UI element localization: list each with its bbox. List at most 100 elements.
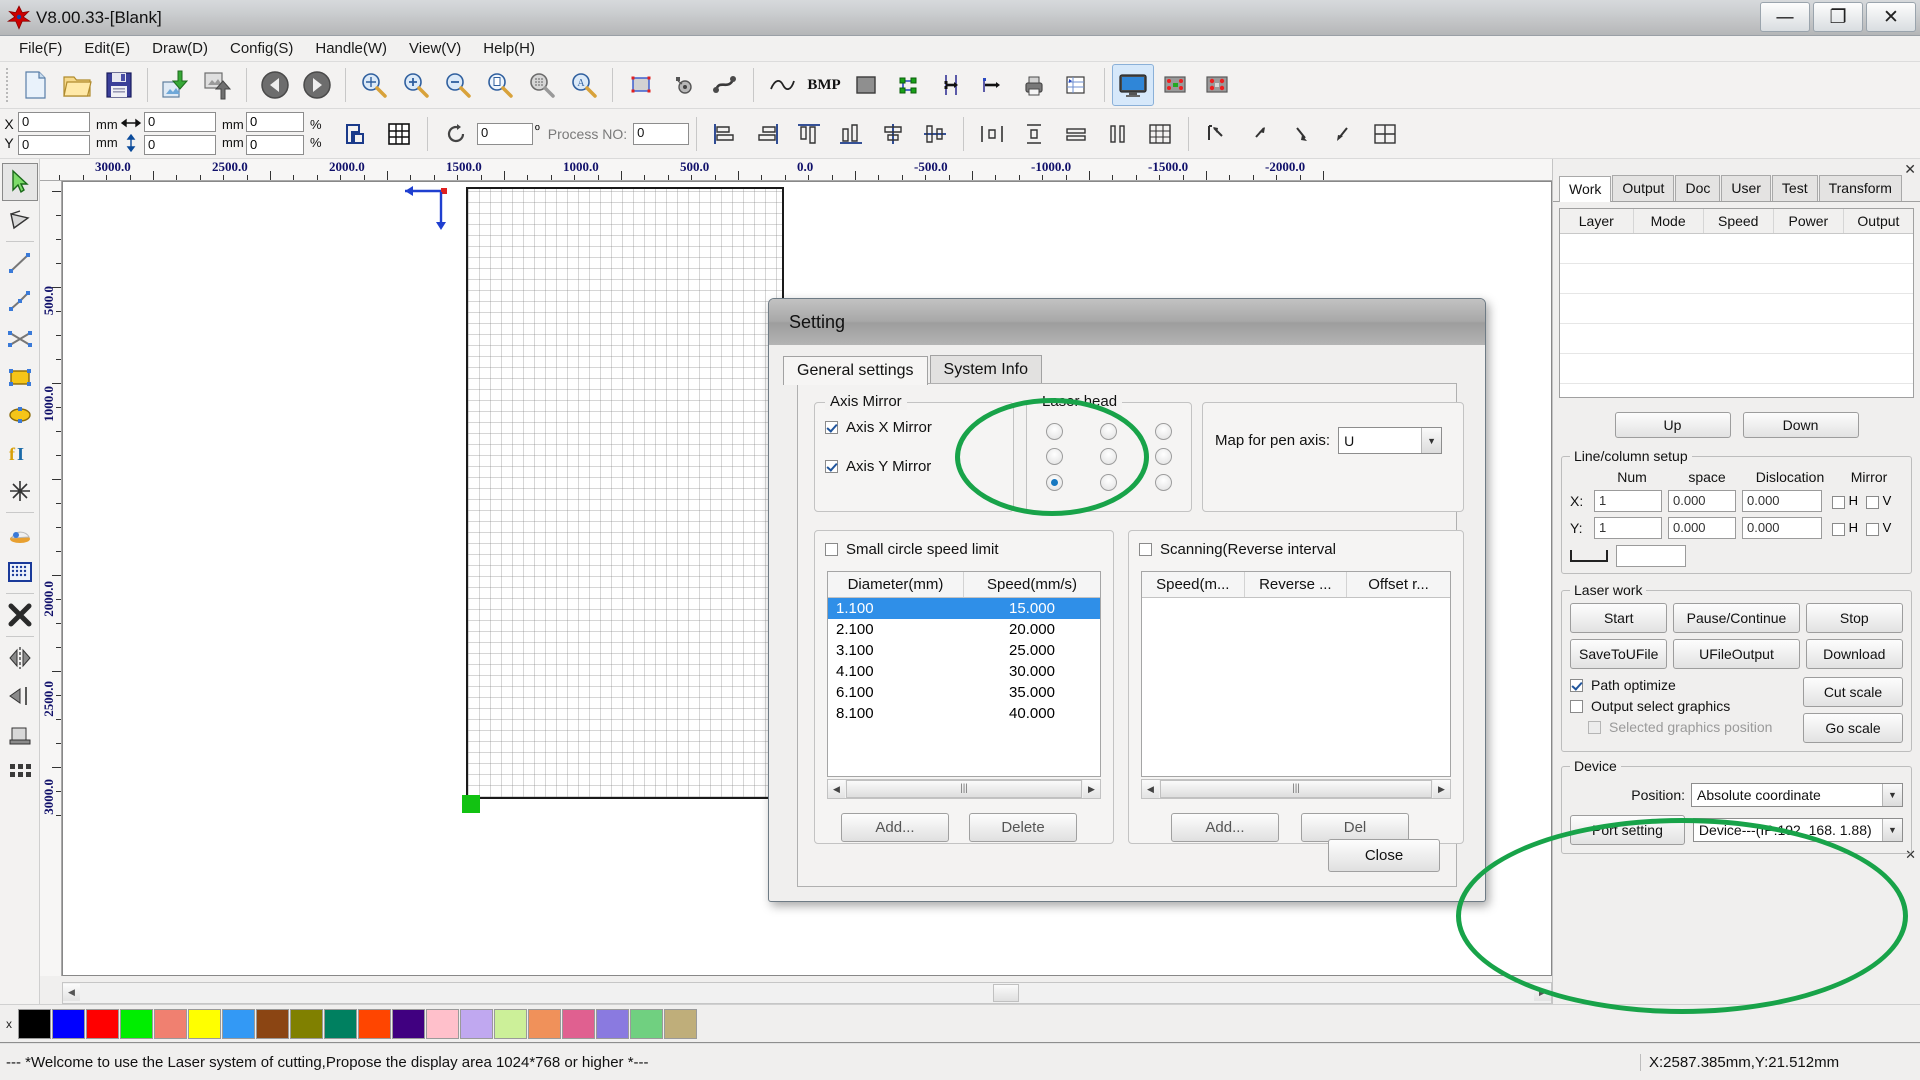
color-swatch[interactable]	[460, 1008, 493, 1039]
scroll-right-arrow[interactable]: ▶	[1433, 780, 1450, 798]
align-icon[interactable]	[2, 677, 38, 715]
color-swatch[interactable]	[562, 1008, 595, 1039]
map-pen-axis-select[interactable]: U ▼	[1338, 427, 1443, 454]
y-position-input[interactable]: 0	[18, 135, 90, 155]
origin-bottomleft-icon[interactable]	[1322, 113, 1364, 155]
table-row[interactable]	[1560, 264, 1913, 294]
align-right-icon[interactable]	[746, 113, 788, 155]
scanning-table[interactable]: Speed(m... Reverse ... Offset r...	[1141, 571, 1451, 777]
rectangle-icon[interactable]	[2, 358, 38, 396]
node-edit-icon[interactable]	[2, 201, 38, 239]
path-optimize-checkbox[interactable]: Path optimize	[1570, 677, 1803, 693]
color-swatch[interactable]	[358, 1008, 391, 1039]
pause-continue-button[interactable]: Pause/Continue	[1673, 603, 1800, 633]
tab-work[interactable]: Work	[1559, 176, 1612, 202]
close-button[interactable]: ✕	[1866, 2, 1916, 32]
scroll-thumb[interactable]: |||	[846, 780, 1082, 798]
save-to-ufile-button[interactable]: SaveToUFile	[1570, 639, 1668, 669]
chevron-down-icon[interactable]: ▼	[1882, 784, 1902, 806]
origin-topleft-icon[interactable]	[1196, 113, 1238, 155]
x-num-input[interactable]: 1	[1594, 490, 1662, 512]
table-row[interactable]	[1560, 354, 1913, 384]
move-down-button[interactable]: Down	[1742, 412, 1859, 438]
color-swatch[interactable]	[596, 1008, 629, 1039]
scroll-right-arrow[interactable]: ▶	[1534, 984, 1551, 1001]
cut-scale-button[interactable]: Cut scale	[1803, 677, 1903, 707]
rotate-icon[interactable]	[435, 113, 477, 155]
origin-center-icon[interactable]	[1364, 113, 1406, 155]
laser-head-radio-0[interactable]	[1045, 423, 1063, 441]
select-arrow-icon[interactable]	[1, 163, 38, 201]
same-width-icon[interactable]	[1055, 113, 1097, 155]
stop-button[interactable]: Stop	[1805, 603, 1903, 633]
table-row[interactable]: 6.100 35.000	[828, 682, 1100, 703]
table-row[interactable]	[1560, 234, 1913, 264]
dialog-tab-system-info[interactable]: System Info	[929, 355, 1042, 384]
color-swatch[interactable]	[52, 1008, 85, 1039]
table-row[interactable]: 3.100 25.000	[828, 640, 1100, 661]
align-top-icon[interactable]	[788, 113, 830, 155]
capture-icon[interactable]	[2, 515, 38, 553]
height-input[interactable]: 0	[144, 135, 216, 155]
position-select[interactable]: Absolute coordinate ▼	[1691, 783, 1903, 807]
color-swatch[interactable]	[256, 1008, 289, 1039]
color-swatch[interactable]	[222, 1008, 255, 1039]
dialog-tab-general-settings[interactable]: General settings	[783, 356, 928, 385]
redo-icon[interactable]	[296, 64, 338, 106]
layer-table[interactable]: Layer Mode Speed Power Output	[1559, 208, 1914, 398]
tab-output[interactable]: Output	[1612, 175, 1675, 201]
small-circle-speed-limit-checkbox[interactable]: Small circle speed limit	[825, 541, 1113, 558]
scanning-reverse-interval-checkbox[interactable]: Scanning(Reverse interval	[1139, 541, 1463, 558]
laser-head-radio-5[interactable]	[1155, 448, 1173, 466]
table-row[interactable]	[1560, 324, 1913, 354]
laser-head-radio-1[interactable]	[1100, 423, 1118, 441]
download-button[interactable]: Download	[1805, 639, 1903, 669]
canvas-horizontal-scrollbar[interactable]: ◀ ▶	[62, 982, 1552, 1004]
table-row[interactable]: 4.100 30.000	[828, 661, 1100, 682]
scroll-right-arrow[interactable]: ▶	[1083, 780, 1100, 798]
checkbox-box[interactable]	[825, 421, 838, 434]
x-space-input[interactable]: 0.000	[1668, 490, 1736, 512]
scale-x-input[interactable]: 0	[246, 112, 304, 132]
small-circle-hscrollbar[interactable]: ◀ ||| ▶	[827, 779, 1101, 799]
table-row[interactable]	[1560, 294, 1913, 324]
x-position-input[interactable]: 0	[18, 112, 90, 132]
color-swatch[interactable]	[154, 1008, 187, 1039]
scroll-left-arrow[interactable]: ◀	[828, 780, 845, 798]
scale-y-input[interactable]: 0	[246, 135, 304, 155]
toolbar-grip[interactable]	[3, 68, 11, 102]
chevron-down-icon[interactable]: ▼	[1882, 819, 1902, 841]
checkbox-box[interactable]	[1139, 543, 1152, 556]
process-no-input[interactable]: 0	[633, 122, 690, 145]
undo-icon[interactable]	[254, 64, 296, 106]
lock-ratio-icon[interactable]	[334, 113, 376, 155]
chevron-down-icon[interactable]: ▼	[1421, 428, 1442, 453]
path-icon[interactable]	[704, 64, 746, 106]
dialog-close-button[interactable]: Close	[1328, 839, 1440, 872]
panel-close-icon[interactable]: ✕	[1904, 161, 1916, 178]
zoom-pan-icon[interactable]	[353, 64, 395, 106]
dot-array-icon[interactable]	[2, 553, 38, 591]
laser-dot-icon[interactable]	[1196, 64, 1238, 106]
output-select-graphics-checkbox[interactable]: Output select graphics	[1570, 698, 1803, 714]
menu-item-help[interactable]: Help(H)	[472, 38, 546, 59]
mirror-icon[interactable]	[2, 639, 38, 677]
menu-item-config[interactable]: Config(S)	[219, 38, 304, 59]
color-swatch[interactable]	[392, 1008, 425, 1039]
x-mirror-v-checkbox[interactable]: V	[1866, 493, 1891, 509]
go-scale-button[interactable]: Go scale	[1803, 713, 1903, 743]
setting-dialog[interactable]: Setting General settings System Info Axi…	[768, 298, 1486, 902]
y-mirror-h-checkbox[interactable]: H	[1832, 520, 1858, 536]
align-center-h-icon[interactable]	[872, 113, 914, 155]
checkbox-box[interactable]	[1832, 522, 1845, 536]
scanning-del-button[interactable]: Del	[1301, 813, 1409, 842]
rotation-angle-input[interactable]: 0	[477, 122, 533, 145]
distribute-v-icon[interactable]	[1013, 113, 1055, 155]
save-icon[interactable]	[98, 64, 140, 106]
grid-snap-icon[interactable]	[378, 113, 420, 155]
small-circle-table[interactable]: Diameter(mm) Speed(mm/s) 1.100 15.000 2.…	[827, 571, 1101, 777]
color-swatch[interactable]	[528, 1008, 561, 1039]
same-size-icon[interactable]	[1139, 113, 1181, 155]
table-row[interactable]: 2.100 20.000	[828, 619, 1100, 640]
table-row[interactable]: 8.100 40.000	[828, 703, 1100, 724]
